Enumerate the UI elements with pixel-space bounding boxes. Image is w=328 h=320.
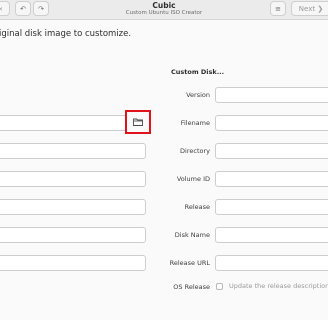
os-release-label: OS Release — [173, 283, 210, 291]
instruction-text: iginal disk image to customize. — [0, 29, 132, 39]
hamburger-menu-icon: ≡ — [275, 5, 281, 13]
original-directory-field[interactable] — [0, 143, 146, 159]
disk-name-label: Disk Name — [174, 231, 210, 239]
browse-folder-button[interactable] — [125, 110, 151, 134]
volume-id-label: Volume ID — [176, 175, 210, 183]
custom-disk-heading: Custom Disk... — [171, 68, 225, 76]
directory-field[interactable] — [215, 143, 328, 159]
original-release-url-field[interactable] — [0, 255, 146, 271]
folder-icon — [133, 118, 143, 126]
update-release-description-checkbox[interactable] — [216, 283, 223, 290]
directory-label: Directory — [180, 147, 210, 155]
release-label: Release — [184, 203, 210, 211]
release-url-label: Release URL — [169, 259, 210, 267]
update-release-description-label: Update the release description — [229, 282, 328, 290]
release-field[interactable] — [215, 199, 328, 215]
volume-id-field[interactable] — [215, 171, 328, 187]
next-button[interactable]: Next ❯ — [291, 1, 328, 16]
disk-name-field[interactable] — [215, 227, 328, 243]
original-release-field[interactable] — [0, 199, 146, 215]
filename-field[interactable] — [215, 115, 328, 131]
header-bar: ‹ ↶ ↷ Cubic Custom Ubuntu ISO Creator ≡ … — [0, 0, 328, 20]
version-field[interactable] — [215, 87, 328, 103]
version-label: Version — [186, 91, 210, 99]
filename-label: Filename — [180, 119, 210, 127]
next-button-label: Next ❯ — [298, 5, 324, 13]
original-volume-id-field[interactable] — [0, 171, 146, 187]
original-disk-name-field[interactable] — [0, 227, 146, 243]
release-url-field[interactable] — [215, 255, 328, 271]
menu-button[interactable]: ≡ — [270, 1, 286, 16]
